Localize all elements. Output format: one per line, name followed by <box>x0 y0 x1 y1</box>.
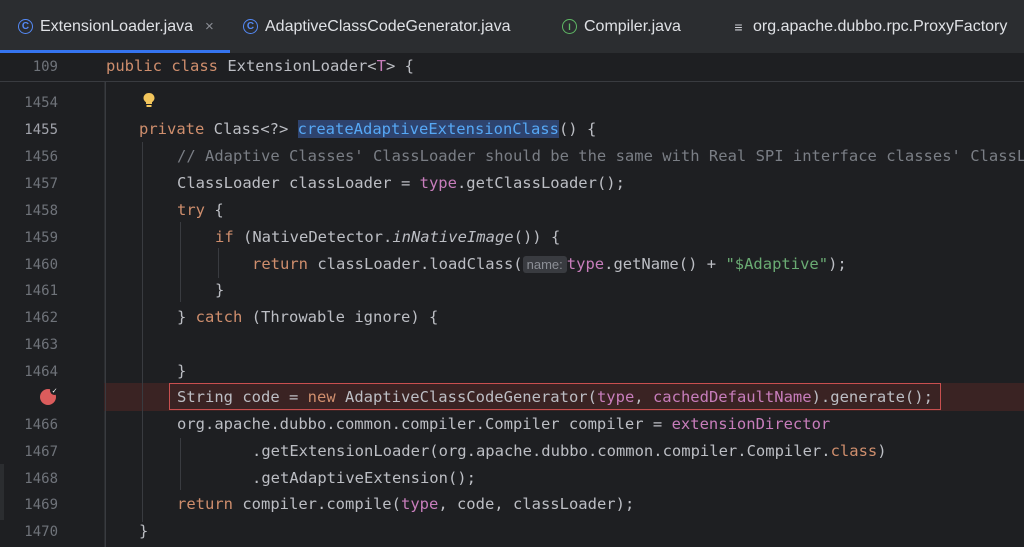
code-line-1458[interactable]: try { <box>177 201 224 219</box>
class-icon: C <box>243 19 258 34</box>
line-number: 109 <box>32 59 58 75</box>
code-line-1457[interactable]: ClassLoader classLoader = type.getClassL… <box>177 174 625 192</box>
lightbulb-icon[interactable] <box>142 92 156 108</box>
indent-guide <box>180 222 181 302</box>
line-number: 1454 <box>24 95 58 111</box>
indent-guide <box>180 438 181 490</box>
line-number: 1457 <box>24 176 58 192</box>
code-line-1460[interactable]: return classLoader.loadClass(name: type.g… <box>252 255 847 274</box>
file-lines-icon: ≡ <box>734 18 743 35</box>
tab-label: ExtensionLoader.java <box>40 17 193 35</box>
code-line-1455[interactable]: private Class<?> createAdaptiveExtension… <box>139 120 596 138</box>
close-icon[interactable]: × <box>205 18 214 35</box>
tab-compiler[interactable]: I Compiler.java <box>562 0 681 53</box>
line-number: 1467 <box>24 444 58 460</box>
line-number: 1469 <box>24 497 58 513</box>
line-number: 1455 <box>24 122 58 138</box>
line-number: 1462 <box>24 310 58 326</box>
line-number: 1461 <box>24 283 58 299</box>
breakpoint-icon[interactable]: ✓ <box>40 386 59 405</box>
class-icon: C <box>18 19 33 34</box>
indent-guide <box>142 142 143 522</box>
sticky-code: public class ExtensionLoader<T> { <box>106 57 414 75</box>
interface-icon: I <box>562 19 577 34</box>
tab-label: Compiler.java <box>584 17 681 35</box>
checkmark-icon: ✓ <box>50 386 59 395</box>
tab-proxy-factory[interactable]: ≡ org.apache.dubbo.rpc.ProxyFactory <box>731 0 1007 53</box>
code-line-1456[interactable]: // Adaptive Classes' ClassLoader should … <box>177 147 1024 165</box>
code-line-1462[interactable]: } catch (Throwable ignore) { <box>177 308 438 326</box>
line-number: 1458 <box>24 203 58 219</box>
indent-guide <box>105 82 106 547</box>
tab-extension-loader[interactable]: C ExtensionLoader.java × <box>0 0 230 53</box>
indent-guide <box>218 248 219 278</box>
tab-label: AdaptiveClassCodeGenerator.java <box>265 17 511 35</box>
code-line-1459[interactable]: if (NativeDetector.inNativeImage()) { <box>215 228 560 246</box>
code-line-1467[interactable]: .getExtensionLoader(org.apache.dubbo.com… <box>252 442 887 460</box>
code-line-1468[interactable]: .getAdaptiveExtension(); <box>252 469 476 487</box>
line-number: 1464 <box>24 364 58 380</box>
code-line-1464[interactable]: } <box>177 362 186 380</box>
line-number: 1466 <box>24 417 58 433</box>
line-number: 1456 <box>24 149 58 165</box>
line-number: 1460 <box>24 257 58 273</box>
line-number: 1463 <box>24 337 58 353</box>
line-number: 1459 <box>24 230 58 246</box>
tab-label: org.apache.dubbo.rpc.ProxyFactory <box>753 17 1008 35</box>
tab-adaptive-class-code-generator[interactable]: C AdaptiveClassCodeGenerator.java <box>243 0 510 53</box>
active-tab-indicator <box>0 50 230 53</box>
method-name[interactable]: createAdaptiveExtensionClass <box>297 120 559 138</box>
code-line-1466[interactable]: org.apache.dubbo.common.compiler.Compile… <box>177 415 830 433</box>
line-number: 1468 <box>24 471 58 487</box>
sticky-scope-header[interactable]: 109 public class ExtensionLoader<T> { <box>0 54 1024 82</box>
code-line-1470[interactable]: } <box>139 522 148 540</box>
code-line-1461[interactable]: } <box>215 281 224 299</box>
code-line-1465[interactable]: String code = new AdaptiveClassCodeGener… <box>177 388 933 406</box>
line-number: 1470 <box>24 524 58 540</box>
code-line-1469[interactable]: return compiler.compile(type, code, clas… <box>177 495 634 513</box>
parameter-hint: name: <box>522 256 567 273</box>
editor-tab-bar: C ExtensionLoader.java × C AdaptiveClass… <box>0 0 1024 54</box>
